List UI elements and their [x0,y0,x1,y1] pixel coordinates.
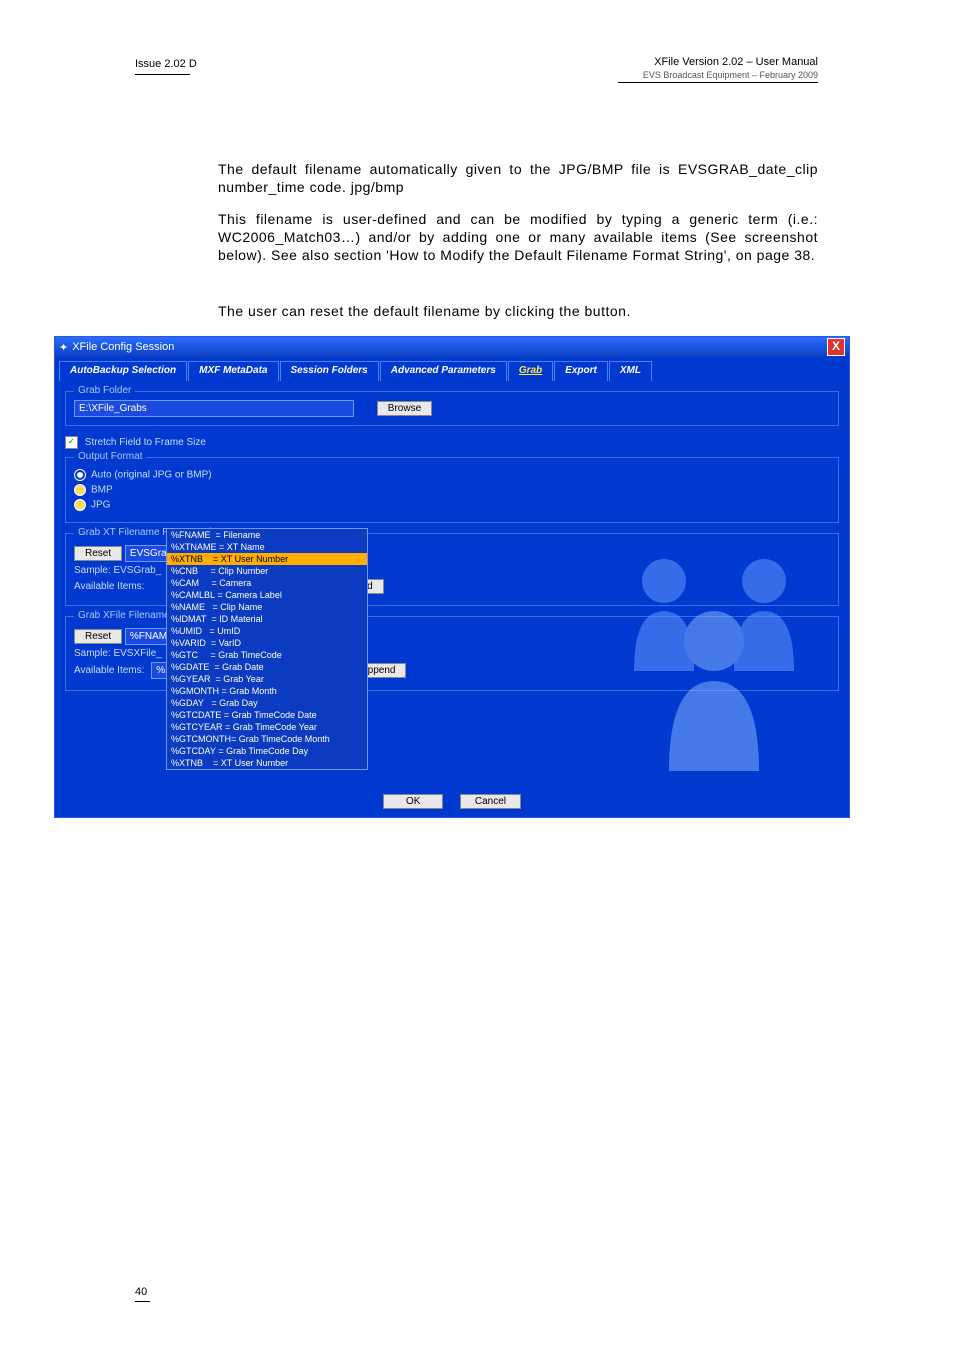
tab-advanced[interactable]: Advanced Parameters [380,361,507,381]
grab-folder-fieldset: Grab Folder Browse [65,391,839,426]
tab-xml[interactable]: XML [609,361,652,381]
tab-bar: AutoBackup Selection MXF MetaData Sessio… [59,361,849,381]
dd-item: %CAM = Camera [167,577,367,589]
people-icon [604,531,824,781]
dd-item: %CAMLBL = Camera Label [167,589,367,601]
stretch-checkbox[interactable]: ✓ [65,436,78,449]
tab-mxf[interactable]: MXF MetaData [188,361,278,381]
dd-item: %GTCDATE = Grab TimeCode Date [167,709,367,721]
paragraph-1: The default filename automatically given… [218,160,818,196]
tab-content: Grab Folder Browse ✓ Stretch Field to Fr… [55,381,849,711]
dd-item: %GTCDAY = Grab TimeCode Day [167,745,367,757]
header-title: XFile Version 2.02 – User Manual [643,56,818,68]
paragraph-2: This filename is user-defined and can be… [218,210,818,264]
available-items-dropdown[interactable]: %FNAME = Filename %XTNAME = XT Name %XTN… [166,528,368,770]
dd-item: %NAME = Clip Name [167,601,367,613]
radio-bmp-label: BMP [91,485,113,496]
dd-item: %CNB = Clip Number [167,565,367,577]
page-number: 40 [135,1286,147,1298]
document-page: Issue 2.02 D XFile Version 2.02 – User M… [0,0,954,1350]
header-issue: Issue 2.02 D [135,58,197,70]
cancel-button[interactable]: Cancel [460,794,521,809]
browse-button[interactable]: Browse [377,401,432,416]
reset-button-2[interactable]: Reset [74,629,122,644]
close-button[interactable]: X [827,338,845,356]
radio-jpg[interactable] [74,499,86,511]
radio-auto[interactable] [74,469,86,481]
tab-export[interactable]: Export [554,361,608,381]
tab-session-folders[interactable]: Session Folders [280,361,379,381]
stretch-label: Stretch Field to Frame Size [85,437,206,448]
output-format-fieldset: Output Format Auto (original JPG or BMP)… [65,457,839,523]
dd-item: %UMID = UmID [167,625,367,637]
window-title: XFile Config Session [72,341,174,353]
ok-button[interactable]: OK [383,794,443,809]
tab-grab[interactable]: Grab [508,361,553,381]
header-line-right [618,82,818,83]
dd-item: %GTCYEAR = Grab TimeCode Year [167,721,367,733]
tab-autobackup[interactable]: AutoBackup Selection [59,361,187,381]
dd-item: %VARID = VarID [167,637,367,649]
header-right: XFile Version 2.02 – User Manual EVS Bro… [643,56,818,80]
stretch-row: ✓ Stretch Field to Frame Size [65,436,839,449]
grabxfile-avail-label: Available Items: [74,665,144,676]
dd-item: %XTNAME = XT Name [167,541,367,553]
dd-item: %GTC = Grab TimeCode [167,649,367,661]
config-window: ✦ XFile Config Session X AutoBackup Selec… [54,336,850,818]
grab-folder-legend: Grab Folder [74,385,135,396]
header-line-left [135,74,190,75]
window-titlebar: ✦ XFile Config Session X [55,337,849,357]
grab-folder-input[interactable] [74,400,354,417]
dd-item: %GTCMONTH= Grab TimeCode Month [167,733,367,745]
dd-item: %IDMAT = ID Material [167,613,367,625]
grabxt-avail-label: Available Items: [74,581,144,592]
window-icon: ✦ [59,341,68,354]
dialog-buttons: OK Cancel [55,791,849,809]
people-illustration [604,531,824,781]
radio-jpg-label: JPG [91,500,110,511]
output-format-legend: Output Format [74,451,146,462]
grabxfile-legend: Grab XFile Filename [74,610,174,621]
dd-item: %GMONTH = Grab Month [167,685,367,697]
reset-button-1[interactable]: Reset [74,546,122,561]
radio-bmp[interactable] [74,484,86,496]
dd-item: %GYEAR = Grab Year [167,673,367,685]
radio-auto-label: Auto (original JPG or BMP) [91,470,212,481]
header-subtitle: EVS Broadcast Equipment – February 2009 [643,70,818,80]
dd-item: %FNAME = Filename [167,529,367,541]
page-number-line [135,1301,150,1302]
dd-item: %XTNB = XT User Number [167,553,367,565]
dd-item: %XTNB = XT User Number [167,757,367,769]
dd-item: %GDAY = Grab Day [167,697,367,709]
dd-item: %GDATE = Grab Date [167,661,367,673]
paragraph-3: The user can reset the default filename … [218,302,818,320]
